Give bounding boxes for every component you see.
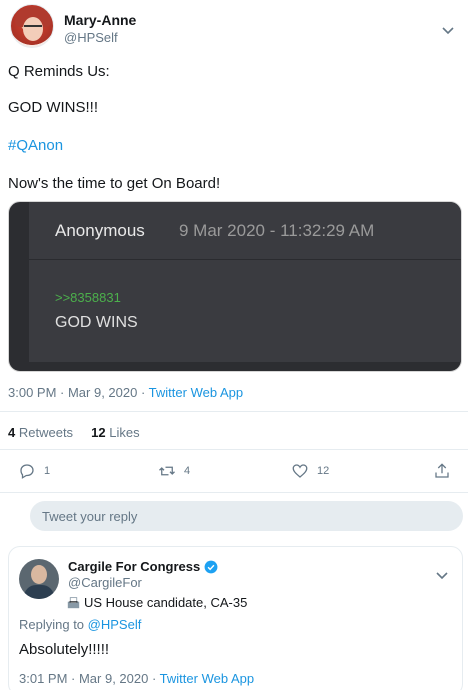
reply-author-name[interactable]: Cargile For Congress — [68, 559, 218, 574]
tweet-text-line: Q Reminds Us: — [8, 63, 110, 80]
post-date: 9 Mar 2020 - 11:32:29 AM — [179, 221, 375, 240]
divider — [0, 492, 468, 493]
replying-to-link[interactable]: @HPSelf — [88, 617, 142, 632]
retweet-button[interactable]: 4 — [158, 460, 190, 482]
hashtag-link[interactable]: #QAnon — [8, 137, 63, 154]
likes-stat[interactable]: 12 Likes — [91, 425, 139, 440]
author-handle[interactable]: @HPSelf — [64, 30, 118, 45]
chevron-down-icon[interactable] — [434, 567, 450, 583]
tweet-media-image[interactable]: Anonymous 9 Mar 2020 - 11:32:29 AM >>835… — [8, 201, 462, 372]
tweet-text-line: GOD WINS!!! — [8, 99, 98, 116]
avatar[interactable] — [10, 4, 54, 48]
post-quote-link: >>8358831 — [55, 290, 121, 305]
avatar[interactable] — [19, 559, 59, 599]
chevron-down-icon[interactable] — [440, 22, 456, 38]
reply-count: 1 — [44, 465, 51, 477]
heart-icon — [292, 464, 308, 478]
tweet-text-line: Now's the time to get On Board! — [8, 175, 221, 192]
post-panel: Anonymous 9 Mar 2020 - 11:32:29 AM >>835… — [29, 202, 461, 362]
timestamp-text: 3:00 PM · Mar 9, 2020 · — [8, 385, 149, 400]
retweet-count: 4 — [184, 465, 191, 477]
retweets-stat[interactable]: 4 Retweets — [8, 425, 73, 440]
reply-timestamp: 3:01 PM · Mar 9, 2020 · Twitter Web App — [19, 671, 255, 686]
action-bar: 1 4 12 — [0, 460, 468, 484]
like-button[interactable]: 12 — [291, 460, 329, 482]
retweet-icon — [159, 466, 175, 476]
ballot-box-icon — [67, 597, 80, 609]
tweet-stats: 4 Retweets 12 Likes — [8, 425, 140, 440]
like-count: 12 — [317, 465, 330, 477]
replying-to: Replying to @HPSelf — [19, 617, 142, 632]
author-name[interactable]: Mary-Anne — [64, 12, 136, 28]
tweet-header: Mary-Anne @HPSelf — [8, 4, 460, 52]
post-header: Anonymous 9 Mar 2020 - 11:32:29 AM — [29, 202, 461, 260]
tweet-timestamp: 3:00 PM · Mar 9, 2020 · Twitter Web App — [8, 385, 243, 400]
source-app-link[interactable]: Twitter Web App — [149, 385, 243, 400]
post-text: GOD WINS — [55, 314, 138, 331]
reply-button[interactable]: 1 — [18, 460, 50, 482]
reply-source-app-link[interactable]: Twitter Web App — [160, 671, 254, 686]
reply-input[interactable]: Tweet your reply — [30, 501, 463, 531]
reply-author-bio: US House candidate, CA-35 — [67, 595, 247, 610]
reply-text: Absolutely!!!!! — [19, 641, 110, 658]
verified-badge-icon — [204, 560, 218, 573]
divider — [0, 449, 468, 450]
reply-tweet[interactable]: Cargile For Congress @CargileFor US Hous… — [8, 546, 463, 690]
post-author: Anonymous — [55, 221, 145, 240]
reply-icon — [20, 464, 34, 479]
reply-author-handle[interactable]: @CargileFor — [68, 575, 142, 590]
divider — [0, 411, 468, 412]
share-icon — [435, 463, 449, 478]
reply-placeholder: Tweet your reply — [42, 509, 138, 524]
share-button[interactable] — [433, 460, 459, 482]
